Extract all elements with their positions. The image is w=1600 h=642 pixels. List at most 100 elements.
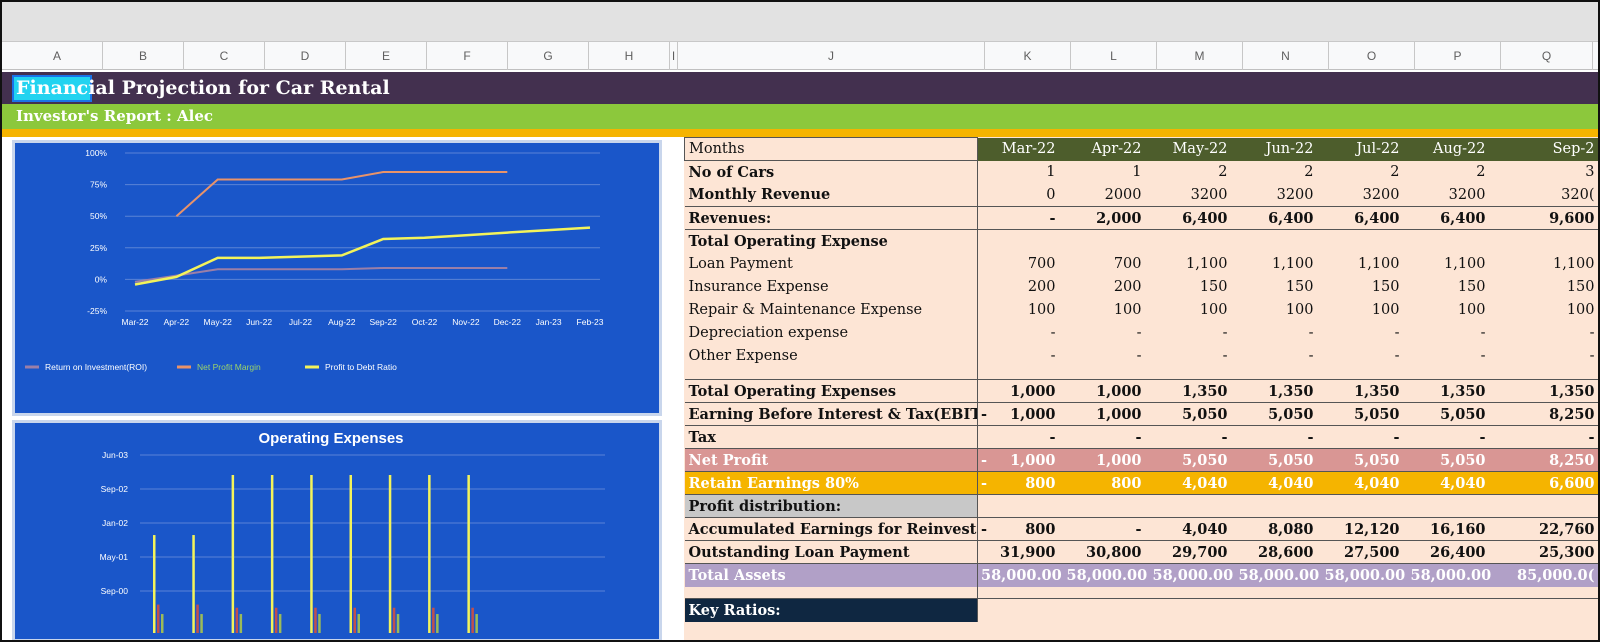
column-header-b[interactable]: B [103, 42, 184, 70]
month-header-cell[interactable]: Mar-22 [977, 137, 1064, 161]
value-cell[interactable] [1149, 229, 1236, 253]
operating-expenses-chart[interactable]: Operating Expenses Jun-03 Sep-02 Jan-02 May-… [12, 420, 662, 640]
row-label[interactable]: Total Assets [684, 563, 978, 587]
row-label[interactable]: Other Expense [684, 344, 978, 368]
value-cell[interactable]: 100 [1408, 299, 1494, 322]
value-cell[interactable] [1064, 368, 1150, 380]
column-header-i[interactable]: I [670, 42, 678, 70]
value-cell[interactable]: - [1149, 425, 1236, 449]
value-cell[interactable]: 4,040 [1407, 471, 1494, 495]
value-cell[interactable]: 27,500 [1321, 540, 1408, 564]
value-cell[interactable]: - [978, 322, 1064, 345]
column-header-a[interactable]: A [12, 42, 103, 70]
value-cell[interactable]: 8,080 [1235, 517, 1322, 541]
value-cell[interactable]: 3200 [1408, 184, 1494, 207]
value-cell[interactable]: 700 [1064, 253, 1150, 276]
column-header-c[interactable]: C [184, 42, 265, 70]
value-cell[interactable]: 1 [1064, 161, 1150, 184]
row-label[interactable]: Total Operating Expense [684, 229, 978, 253]
value-cell[interactable]: - [1064, 345, 1150, 368]
month-header-cell[interactable]: May-22 [1149, 137, 1236, 161]
ratio-line-chart[interactable]: 100% 75% 50% 25% 0% -25% Mar-22 Apr-22 May-22 Jun… [12, 140, 662, 416]
value-cell[interactable]: 2 [1408, 161, 1494, 184]
month-header-cell[interactable]: Sep-2 [1493, 137, 1598, 161]
value-cell[interactable]: 5,050 [1321, 402, 1408, 426]
value-cell[interactable]: 2,000 [1063, 206, 1150, 230]
value-cell[interactable]: 6,600 [1493, 471, 1598, 495]
value-cell[interactable] [1150, 587, 1236, 599]
value-cell[interactable]: 58,000.00 [1149, 563, 1236, 587]
value-cell[interactable] [1493, 494, 1598, 518]
row-label[interactable]: Net Profit [684, 448, 978, 472]
value-cell[interactable]: 1,350 [1235, 379, 1322, 403]
value-cell[interactable] [1322, 368, 1408, 380]
value-cell[interactable]: 150 [1494, 276, 1599, 299]
value-cell[interactable]: 3 [1494, 161, 1599, 184]
value-cell[interactable]: 58,000.00 [1063, 563, 1150, 587]
value-cell[interactable]: 5,050 [1149, 448, 1236, 472]
value-cell[interactable]: 58,000.00 [1407, 563, 1494, 587]
value-cell[interactable]: - [1063, 517, 1150, 541]
value-cell[interactable]: 100 [1322, 299, 1408, 322]
value-cell[interactable]: - [1494, 345, 1599, 368]
row-label[interactable] [684, 586, 978, 599]
value-cell[interactable]: - [977, 206, 1064, 230]
row-label[interactable]: Insurance Expense [684, 275, 978, 299]
column-header-j[interactable]: J [678, 42, 985, 70]
column-header-h[interactable]: H [589, 42, 670, 70]
value-cell[interactable]: - [1321, 425, 1408, 449]
value-cell[interactable]: 3200 [1150, 184, 1236, 207]
value-cell[interactable]: 200 [978, 276, 1064, 299]
value-cell[interactable]: 1,100 [1236, 253, 1322, 276]
column-header-f[interactable]: F [427, 42, 508, 70]
value-cell[interactable]: - [1150, 322, 1236, 345]
value-cell[interactable]: 2000 [1064, 184, 1150, 207]
value-cell[interactable] [1149, 598, 1236, 622]
value-cell[interactable] [1235, 598, 1322, 622]
value-cell[interactable] [1235, 494, 1322, 518]
value-cell[interactable]: 100 [1150, 299, 1236, 322]
column-header-m[interactable]: M [1157, 42, 1243, 70]
value-cell[interactable]: - [1063, 425, 1150, 449]
value-cell[interactable]: - [1236, 322, 1322, 345]
value-cell[interactable] [978, 587, 1064, 599]
value-cell[interactable] [1494, 587, 1599, 599]
value-cell[interactable]: - 800 [977, 471, 1064, 495]
value-cell[interactable]: - [1494, 322, 1599, 345]
value-cell[interactable]: 5,050 [1321, 448, 1408, 472]
value-cell[interactable]: 2 [1322, 161, 1408, 184]
value-cell[interactable]: - [977, 425, 1064, 449]
value-cell[interactable]: 5,050 [1407, 448, 1494, 472]
value-cell[interactable]: 6,400 [1149, 206, 1236, 230]
row-label[interactable]: Outstanding Loan Payment [684, 540, 978, 564]
value-cell[interactable]: 4,040 [1149, 517, 1236, 541]
value-cell[interactable]: 26,400 [1407, 540, 1494, 564]
value-cell[interactable]: 2 [1236, 161, 1322, 184]
value-cell[interactable]: - [1150, 345, 1236, 368]
value-cell[interactable] [1321, 494, 1408, 518]
value-cell[interactable] [1494, 368, 1599, 380]
value-cell[interactable] [1407, 494, 1494, 518]
value-cell[interactable]: 150 [1150, 276, 1236, 299]
value-cell[interactable] [1408, 587, 1494, 599]
value-cell[interactable] [1493, 598, 1598, 622]
value-cell[interactable]: - 800 [977, 517, 1064, 541]
value-cell[interactable]: - [1322, 345, 1408, 368]
value-cell[interactable]: 1,100 [1494, 253, 1599, 276]
value-cell[interactable]: 100 [1064, 299, 1150, 322]
value-cell[interactable] [1407, 229, 1494, 253]
row-label[interactable]: Earning Before Interest & Tax(EBIT) [684, 402, 978, 426]
value-cell[interactable]: 30,800 [1063, 540, 1150, 564]
value-cell[interactable]: - [978, 345, 1064, 368]
row-label[interactable]: Repair & Maintenance Expense [684, 298, 978, 322]
column-header-g[interactable]: G [508, 42, 589, 70]
value-cell[interactable] [1063, 229, 1150, 253]
row-label[interactable]: Total Operating Expenses [684, 379, 978, 403]
value-cell[interactable] [977, 598, 1064, 622]
value-cell[interactable]: 150 [1236, 276, 1322, 299]
value-cell[interactable]: 8,250 [1493, 402, 1598, 426]
value-cell[interactable] [1064, 587, 1150, 599]
value-cell[interactable]: 8,250 [1493, 448, 1598, 472]
value-cell[interactable]: 58,000.00 [1235, 563, 1322, 587]
column-header-l[interactable]: L [1071, 42, 1157, 70]
